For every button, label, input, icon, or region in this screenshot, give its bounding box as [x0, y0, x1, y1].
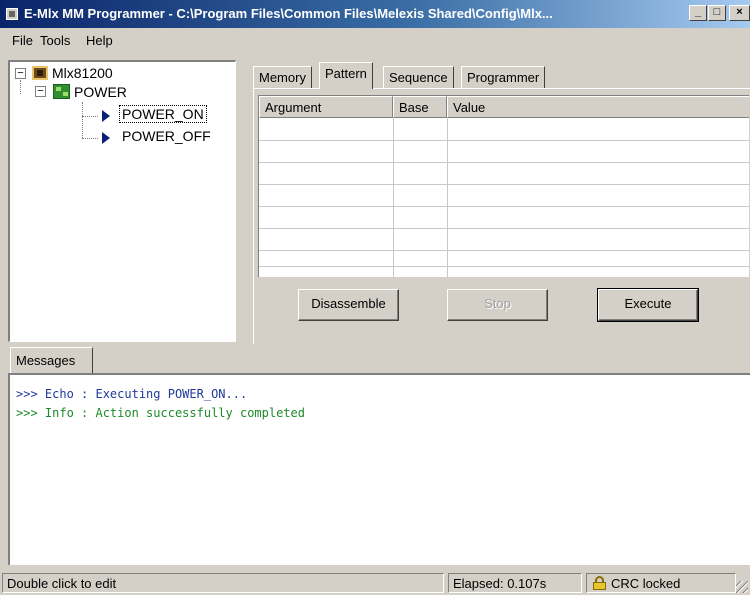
tab-memory[interactable]: Memory — [253, 66, 312, 88]
grid-row-line — [259, 140, 749, 141]
grid-divider — [393, 118, 394, 277]
lock-icon — [593, 576, 606, 590]
device-tree[interactable]: − Mlx81200 − POWER POWER_ON POWER_OFF — [8, 60, 236, 342]
message-line-info: >>> Info : Action successfully completed — [16, 406, 305, 420]
tab-messages[interactable]: Messages — [10, 347, 93, 373]
column-base[interactable]: Base — [393, 96, 447, 118]
menu-help[interactable]: Help — [86, 33, 113, 48]
menu-bar: File Tools Help — [0, 30, 750, 52]
window-title: E-Mlx MM Programmer - C:\Program Files\C… — [24, 6, 553, 21]
status-hint: Double click to edit — [2, 573, 444, 593]
resize-grip[interactable] — [736, 581, 748, 593]
chip-icon — [32, 66, 48, 80]
collapse-root-icon[interactable]: − — [15, 68, 26, 79]
menu-file[interactable]: File — [12, 33, 33, 48]
grid-row-line — [259, 250, 749, 251]
collapse-power-icon[interactable]: − — [35, 86, 46, 97]
close-button[interactable]: × — [729, 5, 750, 21]
execute-button[interactable]: Execute — [597, 288, 699, 322]
tree-node-mlx81200[interactable]: Mlx81200 — [52, 65, 113, 81]
play-arrow-icon — [102, 110, 110, 122]
grid-row-line — [259, 184, 749, 185]
argument-grid[interactable]: Argument Base Value — [258, 95, 749, 277]
tree-connector — [82, 138, 98, 139]
grid-row-line — [259, 266, 749, 267]
app-icon[interactable] — [6, 8, 18, 20]
status-crc: CRC locked — [586, 573, 736, 593]
maximize-button[interactable]: □ — [708, 5, 726, 21]
status-elapsed: Elapsed: 0.107s — [448, 573, 582, 593]
grid-row-line — [259, 206, 749, 207]
minimize-button[interactable]: _ — [689, 5, 707, 21]
disassemble-button[interactable]: Disassemble — [298, 289, 399, 321]
tree-node-power[interactable]: POWER — [74, 84, 127, 100]
tab-pattern[interactable]: Pattern — [319, 62, 373, 89]
tree-connector — [82, 116, 98, 117]
grid-divider — [447, 118, 448, 277]
title-bar[interactable]: E-Mlx MM Programmer - C:\Program Files\C… — [0, 0, 750, 28]
stop-button[interactable]: Stop — [447, 289, 548, 321]
grid-header: Argument Base Value — [259, 96, 749, 118]
tree-connector — [82, 102, 83, 138]
column-argument[interactable]: Argument — [259, 96, 393, 118]
status-bar: Double click to edit Elapsed: 0.107s CRC… — [0, 571, 750, 595]
menu-tools[interactable]: Tools — [40, 33, 70, 48]
tree-item-power-off[interactable]: POWER_OFF — [122, 128, 211, 144]
app-window: E-Mlx MM Programmer - C:\Program Files\C… — [0, 0, 750, 595]
column-value[interactable]: Value — [447, 96, 749, 118]
messages-log[interactable]: >>> Echo : Executing POWER_ON... >>> Inf… — [8, 373, 750, 565]
message-line-echo: >>> Echo : Executing POWER_ON... — [16, 387, 248, 401]
status-crc-label: CRC locked — [611, 576, 681, 591]
power-group-icon — [53, 84, 70, 99]
grid-row-line — [259, 162, 749, 163]
tab-sequence[interactable]: Sequence — [383, 66, 454, 88]
grid-row-line — [259, 228, 749, 229]
tab-programmer[interactable]: Programmer — [461, 66, 546, 88]
play-arrow-icon — [102, 132, 110, 144]
tree-connector — [20, 80, 21, 94]
tree-item-power-on[interactable]: POWER_ON — [119, 105, 207, 123]
